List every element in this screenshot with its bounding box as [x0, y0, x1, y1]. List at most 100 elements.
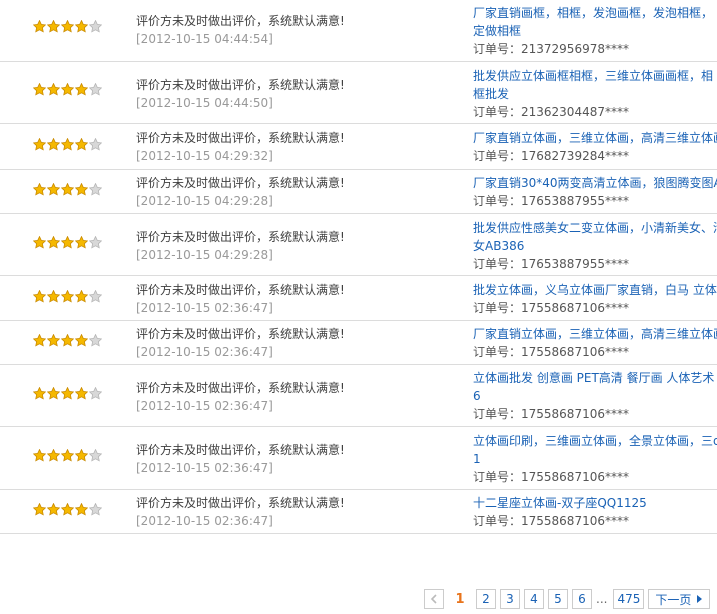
star-filled-icon [47, 290, 60, 303]
star-filled-icon [33, 236, 46, 249]
order-number: 订单号：17558687106**** [473, 345, 629, 359]
comment-block: 评价方未及时做出评价，系统默认满意! [2012-10-15 02:36:47] [136, 281, 456, 317]
product-title-link[interactable]: 厂家直销立体画，三维立体画，高清三维立体画 [473, 325, 717, 343]
comment-text: 评价方未及时做出评价，系统默认满意! [136, 176, 345, 190]
star-filled-icon [61, 83, 74, 96]
next-page-button[interactable]: 下一页 [648, 589, 711, 609]
star-filled-icon [75, 503, 88, 516]
star-filled-icon [47, 449, 60, 462]
order-number: 订单号：21362304487**** [473, 105, 629, 119]
comment-text: 评价方未及时做出评价，系统默认满意! [136, 131, 345, 145]
page-5-button[interactable]: 5 [548, 589, 568, 609]
caret-right-icon [697, 595, 703, 603]
comment-time: [2012-10-15 02:36:47] [136, 461, 273, 475]
star-empty-icon [89, 83, 102, 96]
star-rating [33, 503, 102, 516]
star-rating [33, 236, 102, 249]
star-filled-icon [33, 83, 46, 96]
star-filled-icon [75, 138, 88, 151]
product-title-line: 十二星座立体画-双子座QQ1125 [473, 496, 647, 510]
page-6-button[interactable]: 6 [572, 589, 592, 609]
comment-block: 评价方未及时做出评价，系统默认满意! [2012-10-15 04:29:32] [136, 129, 456, 165]
star-empty-icon [89, 183, 102, 196]
product-title-line: 6 [473, 389, 481, 403]
product-title-line: 立体画印刷，三维画立体画，全景立体画，三d [473, 434, 717, 448]
product-block: 厂家直销立体画，三维立体画，高清三维立体画 订单号：17558687106***… [473, 325, 717, 361]
star-empty-icon [89, 20, 102, 33]
product-title-link[interactable]: 批发立体画，义乌立体画厂家直销，白马 立体 [473, 281, 717, 299]
page-4-button[interactable]: 4 [524, 589, 544, 609]
product-title-link[interactable]: 立体画批发 创意画 PET高清 餐厅画 人体艺术 6 [473, 369, 717, 405]
page-3-button[interactable]: 3 [500, 589, 520, 609]
rating-list: 评价方未及时做出评价，系统默认满意! [2012-10-15 04:44:54]… [0, 0, 717, 534]
comment-time: [2012-10-15 02:36:47] [136, 301, 273, 315]
next-page-label: 下一页 [655, 592, 692, 607]
comment-time: [2012-10-15 02:36:47] [136, 514, 273, 528]
star-rating [33, 387, 102, 400]
comment-block: 评价方未及时做出评价，系统默认满意! [2012-10-15 04:44:50] [136, 76, 456, 112]
product-block: 厂家直销画框，相框，发泡画框，发泡相框， 定做相框 订单号：2137295697… [473, 4, 717, 58]
star-filled-icon [33, 387, 46, 400]
product-title-link[interactable]: 厂家直销立体画，三维立体画，高清三维立体画 [473, 129, 717, 147]
star-filled-icon [75, 290, 88, 303]
order-number: 订单号：17653887955**** [473, 257, 629, 271]
list-item: 评价方未及时做出评价，系统默认满意! [2012-10-15 02:36:47]… [0, 321, 717, 365]
star-filled-icon [33, 183, 46, 196]
product-title-link[interactable]: 批发供应立体画框相框，三维立体画画框，相 框批发 [473, 67, 717, 103]
order-number: 订单号：17558687106**** [473, 407, 629, 421]
product-title-link[interactable]: 立体画印刷，三维画立体画，全景立体画，三d 1 [473, 432, 717, 468]
star-filled-icon [61, 503, 74, 516]
product-block: 立体画印刷，三维画立体画，全景立体画，三d 1 订单号：17558687106*… [473, 432, 717, 486]
comment-block: 评价方未及时做出评价，系统默认满意! [2012-10-15 04:29:28] [136, 174, 456, 210]
comment-text: 评价方未及时做出评价，系统默认满意! [136, 78, 345, 92]
product-title-link[interactable]: 厂家直销30*40两变高清立体画，狼图腾变图A [473, 174, 717, 192]
comment-time: [2012-10-15 04:29:32] [136, 149, 273, 163]
comment-block: 评价方未及时做出评价，系统默认满意! [2012-10-15 02:36:47] [136, 379, 456, 415]
list-item: 评价方未及时做出评价，系统默认满意! [2012-10-15 04:44:54]… [0, 0, 717, 62]
star-filled-icon [33, 334, 46, 347]
star-filled-icon [47, 183, 60, 196]
star-filled-icon [75, 334, 88, 347]
comment-text: 评价方未及时做出评价，系统默认满意! [136, 283, 345, 297]
product-block: 立体画批发 创意画 PET高清 餐厅画 人体艺术 6 订单号：175586871… [473, 369, 717, 423]
star-filled-icon [33, 138, 46, 151]
product-block: 批发供应性感美女二变立体画，小清新美女、清 女AB386 订单号：1765388… [473, 219, 717, 273]
product-title-link[interactable]: 厂家直销画框，相框，发泡画框，发泡相框， 定做相框 [473, 4, 717, 40]
product-title-link[interactable]: 十二星座立体画-双子座QQ1125 [473, 494, 717, 512]
comment-text: 评价方未及时做出评价，系统默认满意! [136, 381, 345, 395]
product-block: 批发供应立体画框相框，三维立体画画框，相 框批发 订单号：21362304487… [473, 67, 717, 121]
star-filled-icon [61, 183, 74, 196]
comment-time: [2012-10-15 04:29:28] [136, 248, 273, 262]
current-page: 1 [455, 591, 465, 607]
star-filled-icon [61, 334, 74, 347]
product-title-line: 批发供应性感美女二变立体画，小清新美女、清 [473, 221, 717, 235]
star-rating [33, 334, 102, 347]
list-item: 评价方未及时做出评价，系统默认满意! [2012-10-15 02:36:47]… [0, 365, 717, 427]
last-page-button[interactable]: 475 [613, 589, 645, 609]
star-empty-icon [89, 290, 102, 303]
star-filled-icon [75, 183, 88, 196]
star-rating [33, 83, 102, 96]
star-rating [33, 183, 102, 196]
comment-text: 评价方未及时做出评价，系统默认满意! [136, 443, 345, 457]
prev-page-button[interactable] [424, 589, 444, 609]
comment-text: 评价方未及时做出评价，系统默认满意! [136, 327, 345, 341]
star-filled-icon [75, 20, 88, 33]
product-title-line: 女AB386 [473, 239, 525, 253]
product-title-line: 厂家直销立体画，三维立体画，高清三维立体画 [473, 327, 717, 341]
order-number: 订单号：21372956978**** [473, 42, 629, 56]
star-empty-icon [89, 503, 102, 516]
list-item: 评价方未及时做出评价，系统默认满意! [2012-10-15 04:29:28]… [0, 214, 717, 276]
star-empty-icon [89, 387, 102, 400]
comment-text: 评价方未及时做出评价，系统默认满意! [136, 496, 345, 510]
product-title-line: 厂家直销画框，相框，发泡画框，发泡相框， [473, 6, 714, 20]
star-filled-icon [75, 236, 88, 249]
page-2-button[interactable]: 2 [476, 589, 496, 609]
chevron-left-icon [430, 594, 437, 604]
comment-block: 评价方未及时做出评价，系统默认满意! [2012-10-15 04:44:54] [136, 12, 456, 48]
star-filled-icon [47, 83, 60, 96]
star-filled-icon [61, 290, 74, 303]
list-item: 评价方未及时做出评价，系统默认满意! [2012-10-15 04:29:28]… [0, 170, 717, 214]
product-title-link[interactable]: 批发供应性感美女二变立体画，小清新美女、清 女AB386 [473, 219, 717, 255]
star-rating [33, 290, 102, 303]
